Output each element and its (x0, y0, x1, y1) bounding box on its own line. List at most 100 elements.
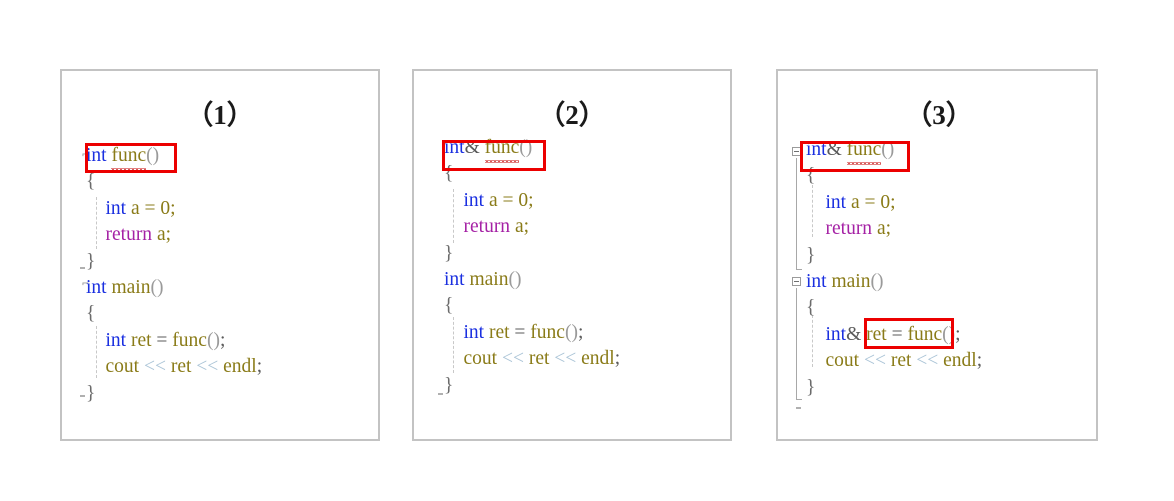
code-token: () (146, 145, 160, 166)
code-line: return a; (444, 214, 620, 240)
code-line: int func() (86, 143, 262, 172)
panel-2-title: （2） (538, 100, 606, 130)
code-token: = (509, 321, 531, 343)
collapse-toggle-func-3[interactable] (792, 147, 801, 156)
code-token: func (907, 323, 943, 345)
fold-tick-2 (80, 395, 85, 397)
code-line: { (444, 161, 620, 187)
code-token: func (111, 143, 146, 172)
code-token: () (881, 139, 895, 160)
code-token: } (86, 250, 96, 272)
code-line: int ret = func(); (86, 328, 262, 354)
code-line: int a = 0; (444, 188, 620, 214)
code-token: << (859, 350, 891, 372)
code-line: } (444, 373, 620, 399)
code-line: } (806, 243, 982, 269)
code-line: } (806, 375, 982, 401)
code-token: () (206, 329, 220, 351)
fold-tick-3 (438, 393, 443, 395)
code-token: { (806, 165, 816, 187)
code-token: << (911, 350, 944, 372)
code-token: { (86, 171, 96, 193)
code-token: int (86, 276, 107, 298)
panel-3-title: （3） (905, 100, 973, 130)
code-token: { (806, 297, 816, 319)
code-token: ; (219, 329, 226, 351)
code-token: () (508, 268, 522, 290)
code-line: { (806, 295, 982, 321)
collapse-toggle-main-3[interactable] (792, 277, 801, 286)
code-line: } (86, 249, 262, 275)
panel-1-title: （1） (186, 100, 254, 130)
code-token: () (942, 323, 956, 345)
code-line: return a; (86, 222, 262, 248)
code-token: func (172, 329, 207, 351)
code-token: main (111, 276, 151, 298)
code-line: int a = 0; (86, 196, 262, 222)
code-token: ; (976, 350, 983, 372)
code-block-2: int& func(){ int a = 0; return a;} int ma… (444, 135, 620, 399)
code-token: int (825, 191, 847, 213)
fold-bar-main-3 (796, 288, 797, 400)
fold-bar-func-3 (796, 158, 797, 270)
code-line: { (444, 293, 620, 319)
code-token: } (444, 242, 454, 264)
code-token: ; (614, 348, 621, 370)
code-line: int main() (444, 267, 620, 293)
code-token: ret (484, 321, 510, 343)
code-token: func (846, 137, 881, 166)
code-line: cout << ret << endl; (806, 348, 983, 374)
code-line: } (86, 381, 262, 407)
code-line: cout << ret << endl; (444, 346, 621, 372)
code-token: () (150, 276, 164, 298)
code-token: main (831, 270, 871, 292)
code-token: << (191, 356, 224, 378)
code-token: () (564, 321, 578, 343)
code-panel-3: （3） int& func(){ int a = 0; return a;} in… (776, 69, 1098, 441)
code-token: ret (528, 348, 550, 370)
code-token: return (105, 224, 153, 246)
code-token: endl (223, 356, 257, 378)
code-token: & (846, 323, 862, 345)
code-token: << (139, 356, 171, 378)
code-token: = (886, 323, 908, 345)
code-comparison-figure: （1） ⌐ ⌐ int func(){ int a = 0; return a;… (0, 0, 1174, 501)
code-token: cout (105, 356, 140, 378)
code-line: { (806, 163, 982, 189)
fold-foot-main-3 (796, 394, 802, 400)
code-token: ret (126, 329, 152, 351)
code-token: ret (861, 323, 887, 345)
code-token: ret (890, 350, 912, 372)
code-panel-1: （1） ⌐ ⌐ int func(){ int a = 0; return a;… (60, 69, 380, 441)
code-token: } (86, 382, 96, 404)
code-token: () (870, 270, 884, 292)
code-token: = (151, 329, 173, 351)
code-token: int (86, 145, 107, 166)
fold-tick-1 (80, 267, 85, 269)
code-token: } (444, 374, 454, 396)
code-token: return (463, 216, 511, 238)
code-line: int& func() (444, 135, 620, 164)
code-token: { (444, 295, 454, 317)
code-token: cout (463, 348, 498, 370)
code-token: endl (943, 350, 977, 372)
code-line: int main() (86, 275, 262, 301)
code-token: int (806, 139, 827, 160)
code-line: { (86, 301, 262, 327)
code-token: int (806, 270, 827, 292)
code-token: int (444, 268, 465, 290)
code-token: int (444, 137, 465, 158)
code-token: } (806, 244, 816, 266)
code-token: a; (872, 218, 892, 240)
code-line: int ret = func(); (444, 320, 620, 346)
code-token: ; (256, 356, 263, 378)
